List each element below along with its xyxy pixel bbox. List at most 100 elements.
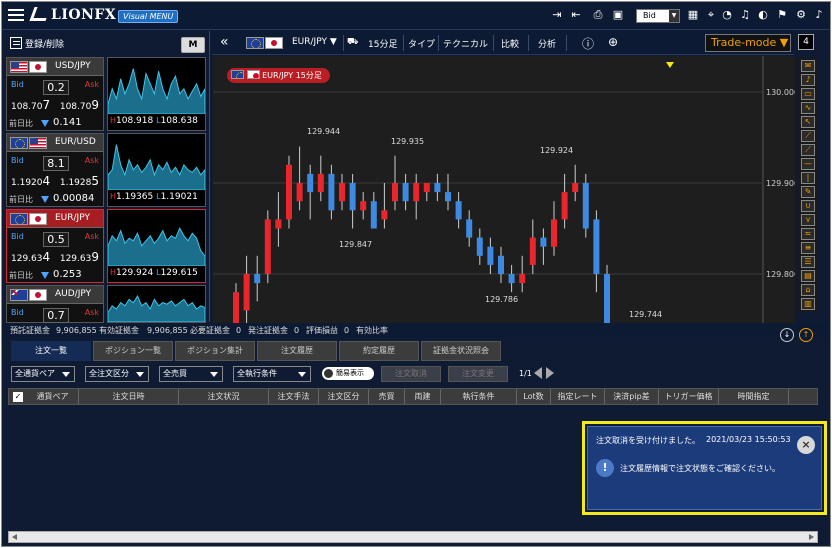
price-chart[interactable]: 130.000 129.900 129.800 129.944 129.935 129.9… [213, 56, 795, 323]
trendline-icon[interactable]: ⟋ [801, 130, 815, 142]
wave-icon[interactable]: ∿ [801, 102, 815, 114]
horizontal-line-icon[interactable]: — [801, 158, 815, 170]
vertical-line-icon[interactable]: | [801, 172, 815, 184]
rate-card-eur-usd[interactable]: EUR/USD Bid 8.1 Ask 1.19204 1.19285 前日比 0… [6, 133, 206, 207]
order-type-filter-select[interactable]: 全注文区分 [85, 366, 149, 382]
column-header[interactable]: Lot数 [517, 389, 551, 404]
chart-pair-select[interactable]: EUR/JPY ▼ [292, 37, 337, 47]
technical-button[interactable]: テクニカル [443, 37, 488, 50]
tab-order-list[interactable]: 注文一覧 [11, 341, 91, 361]
tab-margin-status[interactable]: 証拠金状況照会 [421, 341, 501, 361]
ray-icon[interactable]: ⟋ [801, 144, 815, 156]
pair-filter-select[interactable]: 全通貨ペア [11, 366, 75, 382]
target-icon[interactable]: ⊕ [608, 35, 618, 49]
gann-icon[interactable]: ▤ [801, 270, 815, 282]
alert-icon[interactable]: ♪ [801, 74, 815, 86]
simple-view-toggle[interactable]: 簡易表示 [322, 367, 374, 380]
type-button[interactable]: タイプ [408, 37, 435, 50]
bid-price[interactable]: 129.634 [11, 250, 50, 264]
column-header[interactable]: トリガー価格 [659, 389, 719, 404]
horizontal-scrollbar[interactable] [8, 531, 818, 543]
news-icon[interactable]: ◐ [756, 8, 770, 22]
tab-order-history[interactable]: 注文履歴 [257, 341, 337, 361]
save-icon[interactable]: ▣ [611, 8, 625, 22]
channel-icon[interactable]: ☰ [801, 256, 815, 268]
compare-button[interactable]: 比較 [501, 37, 519, 50]
magnet-icon[interactable]: ∪ [801, 200, 815, 212]
settings-icon[interactable]: ⚙ [794, 8, 808, 22]
erase-icon[interactable]: ▥ [801, 298, 815, 310]
megaphone-icon[interactable]: ⚑ [775, 8, 789, 22]
rate-panel-icon[interactable]: ⌖ [704, 8, 718, 22]
column-header[interactable]: 通貨ペア [27, 389, 79, 404]
visual-menu-button[interactable]: Visual MENU [118, 10, 179, 23]
column-header[interactable]: 注文区分 [319, 389, 369, 404]
column-header[interactable]: 売買 [369, 389, 405, 404]
message-icon[interactable]: ▭ [801, 88, 815, 100]
import-icon[interactable]: ⇤ [569, 8, 583, 22]
hamburger-menu-icon[interactable] [8, 9, 24, 22]
mini-chart[interactable]: H108.918 L108.638 [107, 57, 206, 131]
rate-card-quote[interactable]: EUR/JPY Bid 0.5 Ask 129.634 129.639 前日比 0… [6, 209, 104, 283]
column-header[interactable]: 注文日時 [79, 389, 179, 404]
ask-price[interactable]: 108.709 [60, 98, 99, 112]
prev-page-icon[interactable] [534, 367, 542, 379]
bell-icon[interactable]: ♫ [738, 8, 752, 22]
pencil-icon[interactable]: ✎ [801, 186, 815, 198]
ask-price[interactable]: 1.19285 [60, 174, 99, 188]
tab-position-summary[interactable]: ポジション集計 [175, 341, 255, 361]
interval-button[interactable]: 15分足 [368, 37, 397, 50]
rate-card-eur-jpy[interactable]: EUR/JPY Bid 0.5 Ask 129.634 129.639 前日比 0… [6, 209, 206, 283]
trade-mode-button[interactable]: Trade-mode ▼ [705, 34, 791, 52]
info-icon[interactable]: ⓘ [582, 35, 594, 52]
fan-icon[interactable]: ⋎ [801, 214, 815, 226]
mini-chart[interactable]: H129.924 L129.615 [107, 209, 206, 283]
column-header[interactable]: 両建 [405, 389, 441, 404]
m-button[interactable]: M [181, 37, 205, 53]
column-header[interactable]: 執行条件 [441, 389, 517, 404]
export-icon[interactable]: ⇥ [550, 8, 564, 22]
close-icon[interactable]: × [797, 436, 815, 454]
condition-filter-select[interactable]: 全執行条件 [233, 366, 311, 382]
tab-position-list[interactable]: ポジション一覧 [93, 341, 173, 361]
clock-icon[interactable]: ◔ [720, 8, 734, 22]
mail-icon[interactable]: ✉ [801, 60, 815, 72]
mini-chart[interactable] [107, 285, 206, 323]
tab-execution-history[interactable]: 約定履歴 [339, 341, 419, 361]
analysis-button[interactable]: 分析 [538, 37, 556, 50]
column-header[interactable]: 注文手法 [269, 389, 319, 404]
layout-icon[interactable]: ▦ [686, 8, 700, 22]
modify-order-button[interactable]: 注文変更 [448, 366, 508, 382]
bid-price[interactable]: 108.707 [11, 98, 50, 112]
mini-chart[interactable]: H1.19365 L1.19021 [107, 133, 206, 207]
rate-card-usd-jpy[interactable]: USD/JPY Bid 0.2 Ask 108.707 108.709 前日比 0… [6, 57, 206, 131]
chart-count-button[interactable]: 4 [798, 34, 814, 50]
scroll-up-icon[interactable]: ↑ [799, 328, 813, 342]
truck-icon[interactable]: ⛟ [347, 37, 358, 48]
scroll-right-icon[interactable] [809, 534, 814, 540]
sound-icon[interactable]: ♪ [812, 8, 826, 22]
wave-pattern-icon[interactable]: ≈ [801, 228, 815, 240]
bid-price[interactable]: 1.19204 [11, 174, 50, 188]
rate-card-quote[interactable]: EUR/USD Bid 8.1 Ask 1.19204 1.19285 前日比 0… [6, 133, 104, 207]
scroll-down-icon[interactable]: ↓ [780, 328, 794, 342]
column-header[interactable]: 決済pip差 [605, 389, 659, 404]
rate-card-quote[interactable]: USD/JPY Bid 0.2 Ask 108.707 108.709 前日比 0… [6, 57, 104, 131]
rate-card-aud-jpy[interactable]: AUD/JPY Bid 0.7 Ask [6, 285, 206, 323]
cancel-order-button[interactable]: 注文取消 [381, 366, 441, 382]
ask-price[interactable]: 129.639 [60, 250, 99, 264]
rate-card-quote[interactable]: AUD/JPY Bid 0.7 Ask [6, 285, 104, 323]
collapse-panel-icon[interactable]: « [220, 34, 229, 50]
fibonacci-icon[interactable]: ≡ [801, 242, 815, 254]
select-all-checkbox[interactable]: ✓ [13, 392, 23, 402]
side-filter-select[interactable]: 全売買 [159, 366, 223, 382]
next-page-icon[interactable] [546, 367, 554, 379]
column-header[interactable]: 注文状況 [179, 389, 269, 404]
house-icon[interactable]: ⌂ [801, 284, 815, 296]
print-icon[interactable]: ⎙ [591, 8, 605, 22]
scroll-left-icon[interactable] [12, 534, 17, 540]
register-delete-button[interactable]: 登録/削除 [10, 37, 64, 50]
column-header[interactable]: 指定レート [551, 389, 605, 404]
pointer-icon[interactable]: ↖ [801, 116, 815, 128]
bid-ask-select[interactable]: Bid ▼ [636, 9, 680, 23]
